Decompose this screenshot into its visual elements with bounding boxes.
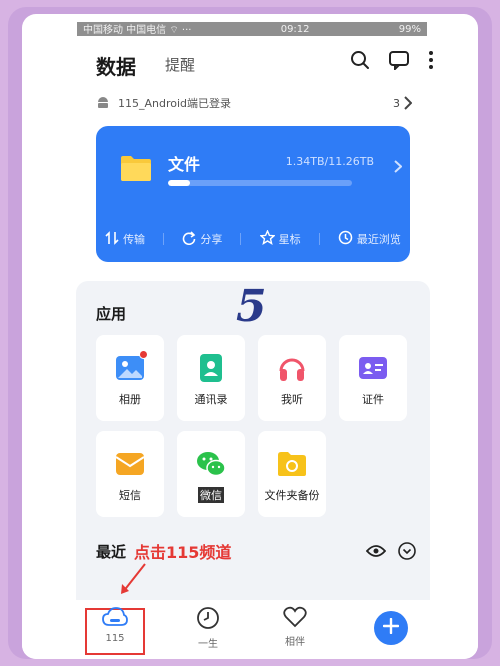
star-button[interactable]: 星标	[258, 229, 301, 248]
step-number: 5	[236, 281, 267, 332]
app-label: 相册	[119, 393, 141, 406]
divider	[240, 233, 242, 245]
more-icon[interactable]	[428, 50, 434, 70]
app-sms[interactable]: 短信	[96, 431, 164, 517]
chat-icon[interactable]	[388, 50, 410, 70]
app-folder-backup[interactable]: 文件夹备份	[258, 431, 326, 517]
status-battery: 99%	[398, 23, 421, 35]
device-count: 3	[393, 96, 400, 110]
star-label: 星标	[278, 233, 301, 246]
tab-reminder[interactable]: 提醒	[165, 54, 195, 75]
eye-icon[interactable]	[365, 543, 387, 562]
headphones-icon	[277, 353, 307, 383]
android-icon	[96, 95, 110, 112]
chevron-down-icon[interactable]	[398, 542, 416, 564]
status-time: 09:12	[280, 23, 310, 35]
status-carrier: 中国移动 中国电信 ⌔ ···	[83, 25, 192, 36]
folder-backup-icon	[277, 449, 307, 479]
history-icon	[338, 230, 353, 248]
notification-dot	[139, 350, 148, 359]
nav-label: 115	[105, 633, 125, 644]
add-button[interactable]	[374, 611, 408, 645]
star-icon	[258, 229, 276, 248]
chevron-right-icon	[404, 96, 413, 113]
nav-label: 一生	[198, 639, 218, 650]
app-listen[interactable]: 我听	[258, 335, 326, 421]
app-label: 证件	[362, 393, 384, 406]
share-icon	[182, 230, 196, 248]
login-status-row[interactable]: 115_Android端已登录 3	[96, 94, 413, 113]
wechat-icon	[196, 449, 226, 479]
phone-screen: 中国移动 中国电信 ⌔ ··· 09:12 99% 数据 提醒 115_Andr…	[22, 14, 478, 659]
annotation-arrow-icon	[118, 562, 148, 600]
app-label: 我听	[281, 393, 303, 406]
transfer-icon	[105, 230, 119, 248]
nav-label: 相伴	[285, 637, 305, 648]
header-actions	[350, 50, 434, 70]
page-title: 数据	[96, 55, 136, 79]
chevron-right-icon	[394, 158, 403, 177]
photo-icon	[115, 350, 148, 383]
search-icon[interactable]	[350, 50, 370, 70]
recent-browse-label: 最近浏览	[356, 233, 401, 246]
storage-size: 1.34TB/11.26TB	[285, 155, 374, 168]
app-photos[interactable]: 相册	[96, 335, 164, 421]
app-label: 短信	[119, 489, 141, 502]
heart-icon	[283, 606, 307, 631]
divider	[163, 233, 165, 245]
recent-browse-button[interactable]: 最近浏览	[338, 230, 401, 248]
share-label: 分享	[200, 233, 223, 246]
cloud-icon	[102, 606, 128, 631]
file-card-title: 文件	[168, 155, 201, 174]
app-label: 微信	[198, 487, 224, 503]
file-actions: 传输 分享 星标 最近浏览	[96, 228, 410, 250]
divider	[318, 233, 320, 245]
clock-icon	[196, 606, 220, 633]
nav-115[interactable]: 115	[85, 606, 145, 644]
file-storage-card[interactable]: 文件 1.34TB/11.26TB 传输 分享 星标 最近浏览	[96, 126, 410, 262]
app-label: 通讯录	[194, 393, 228, 406]
nav-companion[interactable]: 相伴	[265, 606, 325, 648]
recent-title: 最近	[96, 543, 127, 561]
plus-icon	[382, 617, 400, 638]
apps-section-title: 应用	[96, 305, 127, 323]
bottom-navigation: 115 一生 相伴	[22, 600, 478, 659]
id-card-icon	[358, 353, 388, 383]
tutorial-annotation: 点击115频道	[134, 543, 232, 562]
app-label: 文件夹备份	[264, 489, 320, 502]
app-id-cards[interactable]: 证件	[339, 335, 407, 421]
storage-progress-fill	[168, 180, 191, 186]
share-button[interactable]: 分享	[182, 230, 223, 248]
status-bar: 中国移动 中国电信 ⌔ ··· 09:12 99%	[77, 22, 427, 36]
app-contacts[interactable]: 通讯录	[177, 335, 245, 421]
message-icon	[115, 449, 145, 479]
folder-icon	[120, 154, 152, 186]
login-status-text: 115_Android端已登录	[118, 97, 232, 110]
storage-progress-bar	[168, 180, 352, 186]
nav-life[interactable]: 一生	[178, 606, 238, 650]
transfer-button[interactable]: 传输	[105, 230, 146, 248]
transfer-label: 传输	[123, 233, 146, 246]
recent-row: 最近 点击115频道	[96, 539, 416, 563]
contacts-icon	[196, 353, 226, 383]
app-wechat[interactable]: 微信	[177, 431, 245, 517]
